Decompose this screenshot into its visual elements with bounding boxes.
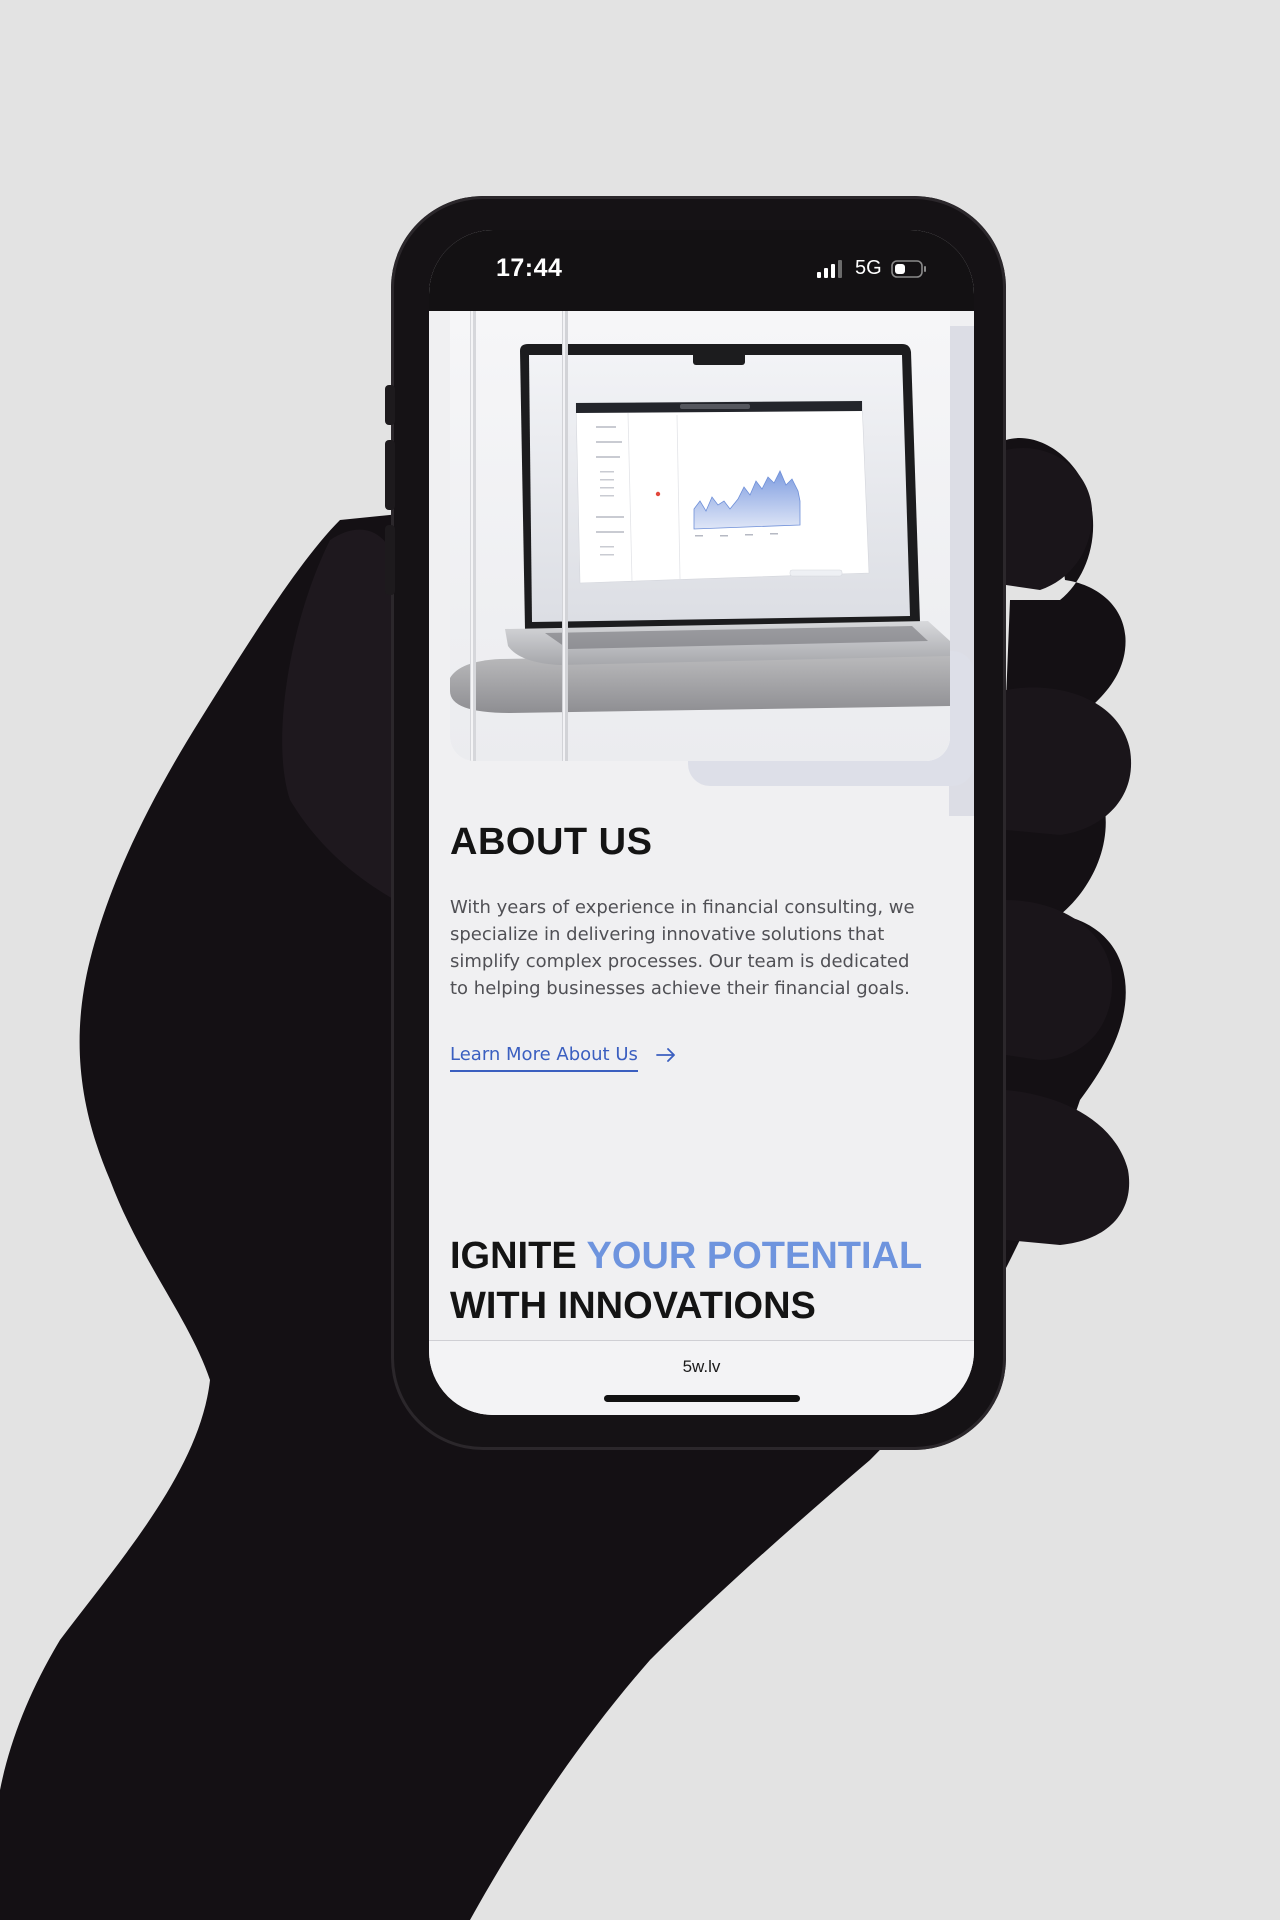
home-indicator[interactable] [604,1395,800,1402]
ignite-heading-accent: YOUR POTENTIAL [586,1235,923,1277]
laptop-illustration [450,311,950,761]
learn-more-label: Learn More About Us [450,1044,638,1072]
battery-icon [891,260,926,278]
ignite-heading-part1: IGNITE [450,1235,587,1277]
phone-volume-up-button [385,440,395,510]
about-description: With years of experience in financial co… [450,897,915,999]
status-bar: 17:44 5G [429,230,974,311]
page-content[interactable]: ABOUT US With years of experience in fin… [429,311,974,1415]
phone-volume-down-button [385,525,395,595]
arrow-right-icon [655,1048,675,1062]
ignite-heading-part3: WITH INNOVATIONS [450,1285,816,1327]
url-text[interactable]: 5w.lv [429,1357,974,1377]
ignite-heading: IGNITE YOUR POTENTIAL WITH INNOVATIONS [450,1231,970,1331]
network-type: 5G [855,257,882,279]
hero-image [450,311,950,761]
phone-side-button [385,385,395,425]
signal-bars-icon [817,260,842,278]
status-time: 17:44 [496,254,563,282]
about-title: ABOUT US [450,821,653,863]
phone-screen: 17:44 5G ABOUT US With years of experien… [429,230,974,1415]
browser-address-bar[interactable]: 5w.lv [429,1340,974,1415]
learn-more-link[interactable]: Learn More About Us [450,1044,676,1072]
